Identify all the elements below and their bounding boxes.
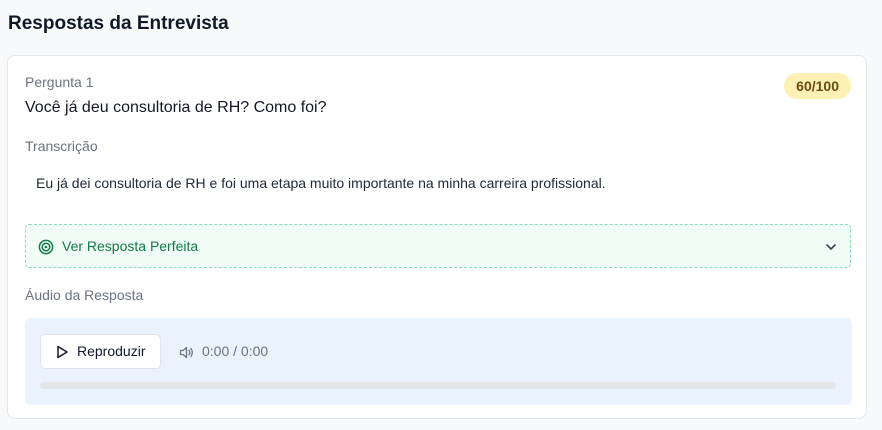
answer-card: Pergunta 1 60/100 Você já deu consultori… <box>7 55 867 419</box>
target-icon <box>38 239 54 255</box>
audio-label: Áudio da Resposta <box>25 287 144 303</box>
play-label: Reproduzir <box>77 343 146 359</box>
play-icon <box>57 345 68 359</box>
chevron-down-icon <box>826 244 836 250</box>
time-display: 0:00 / 0:00 <box>202 343 269 359</box>
audio-progress-bar[interactable] <box>40 382 836 389</box>
play-button[interactable]: Reproduzir <box>40 334 161 369</box>
score-badge: 60/100 <box>784 73 851 99</box>
question-text: Você já deu consultoria de RH? Como foi? <box>25 99 327 116</box>
audio-player: Reproduzir 0:00 / 0:00 <box>25 318 852 405</box>
transcription-label: Transcrição <box>25 138 98 154</box>
volume-icon[interactable] <box>179 346 194 359</box>
perfect-answer-label: Ver Resposta Perfeita <box>62 238 199 254</box>
transcription-text: Eu já dei consultoria de RH e foi uma et… <box>36 175 606 191</box>
question-number: Pergunta 1 <box>25 74 94 90</box>
page-title: Respostas da Entrevista <box>8 13 229 34</box>
perfect-answer-toggle[interactable]: Ver Resposta Perfeita <box>25 224 851 268</box>
